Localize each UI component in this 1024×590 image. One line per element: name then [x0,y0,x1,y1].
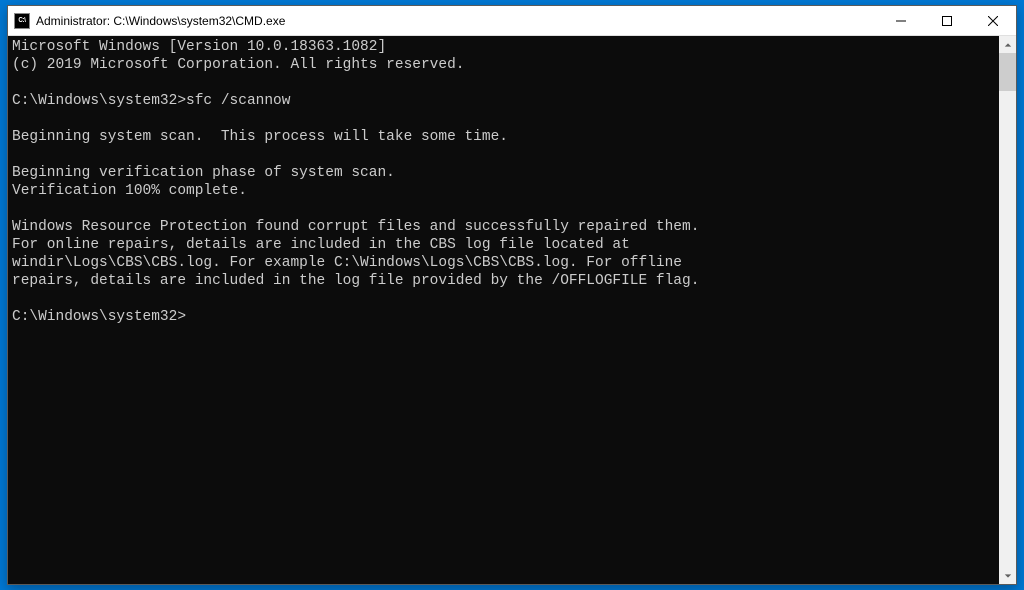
close-icon [988,16,998,26]
chevron-up-icon [1004,41,1012,49]
vertical-scrollbar[interactable] [999,36,1016,584]
minimize-button[interactable] [878,6,924,35]
minimize-icon [896,16,906,26]
maximize-icon [942,16,952,26]
cmd-icon: C:\ [14,13,30,29]
close-button[interactable] [970,6,1016,35]
titlebar[interactable]: C:\ Administrator: C:\Windows\system32\C… [8,6,1016,36]
maximize-button[interactable] [924,6,970,35]
titlebar-controls [878,6,1016,35]
scroll-down-button[interactable] [999,567,1016,584]
scroll-up-button[interactable] [999,36,1016,53]
window-title: Administrator: C:\Windows\system32\CMD.e… [36,14,878,28]
cmd-window: C:\ Administrator: C:\Windows\system32\C… [7,5,1017,585]
chevron-down-icon [1004,572,1012,580]
terminal-output[interactable]: Microsoft Windows [Version 10.0.18363.10… [8,36,999,584]
scroll-thumb[interactable] [999,53,1016,91]
terminal-area: Microsoft Windows [Version 10.0.18363.10… [8,36,1016,584]
